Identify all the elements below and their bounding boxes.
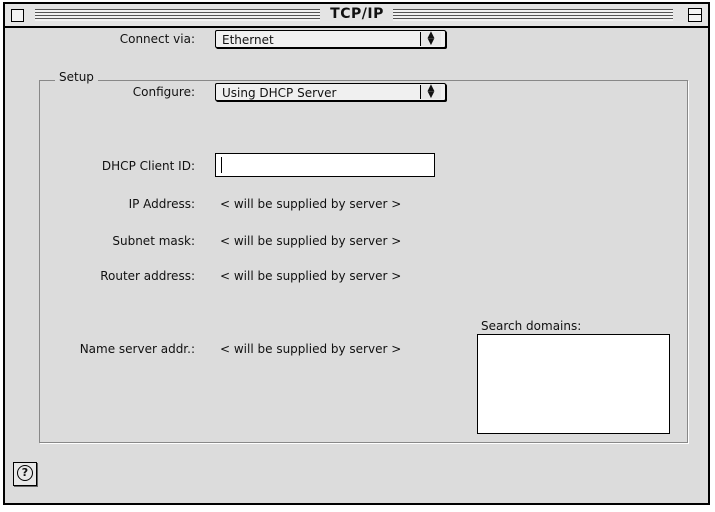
subnet-mask-label: Subnet mask: [112, 234, 195, 248]
popup-arrows-icon: ▲ ▼ [420, 31, 441, 47]
help-button[interactable]: ? [13, 462, 37, 486]
router-address-value: < will be supplied by server > [220, 269, 402, 283]
connect-via-label: Connect via: [119, 32, 195, 46]
configure-label: Configure: [132, 85, 195, 99]
title-bar-stripes-right [393, 9, 673, 21]
router-address-label: Router address: [100, 269, 195, 283]
subnet-mask-value: < will be supplied by server > [220, 234, 402, 248]
ip-address-label: IP Address: [128, 197, 195, 211]
search-domains-label: Search domains: [481, 319, 582, 333]
name-server-label: Name server addr.: [79, 342, 195, 356]
dhcp-client-id-field[interactable] [215, 153, 435, 177]
text-caret [221, 157, 222, 173]
close-box-icon[interactable] [11, 9, 24, 22]
configure-select[interactable]: Using DHCP Server ▲ ▼ [215, 83, 446, 101]
help-icon: ? [17, 465, 33, 481]
connect-via-select[interactable]: Ethernet ▲ ▼ [215, 30, 446, 48]
tcpip-window: TCP/IP Connect via: Ethernet ▲ ▼ Setup Co… [3, 2, 710, 505]
zoom-box-icon[interactable] [688, 8, 702, 22]
window-title: TCP/IP [330, 6, 384, 22]
ip-address-value: < will be supplied by server > [220, 197, 402, 211]
name-server-value: < will be supplied by server > [220, 342, 402, 356]
configure-value: Using DHCP Server [222, 86, 337, 100]
title-bar[interactable]: TCP/IP [5, 4, 708, 28]
popup-arrows-icon: ▲ ▼ [420, 84, 441, 100]
dhcp-client-id-label: DHCP Client ID: [101, 159, 195, 173]
title-bar-stripes-left [35, 9, 320, 21]
setup-group-title: Setup [55, 70, 98, 84]
search-domains-field[interactable] [477, 334, 670, 434]
connect-via-value: Ethernet [222, 33, 274, 47]
